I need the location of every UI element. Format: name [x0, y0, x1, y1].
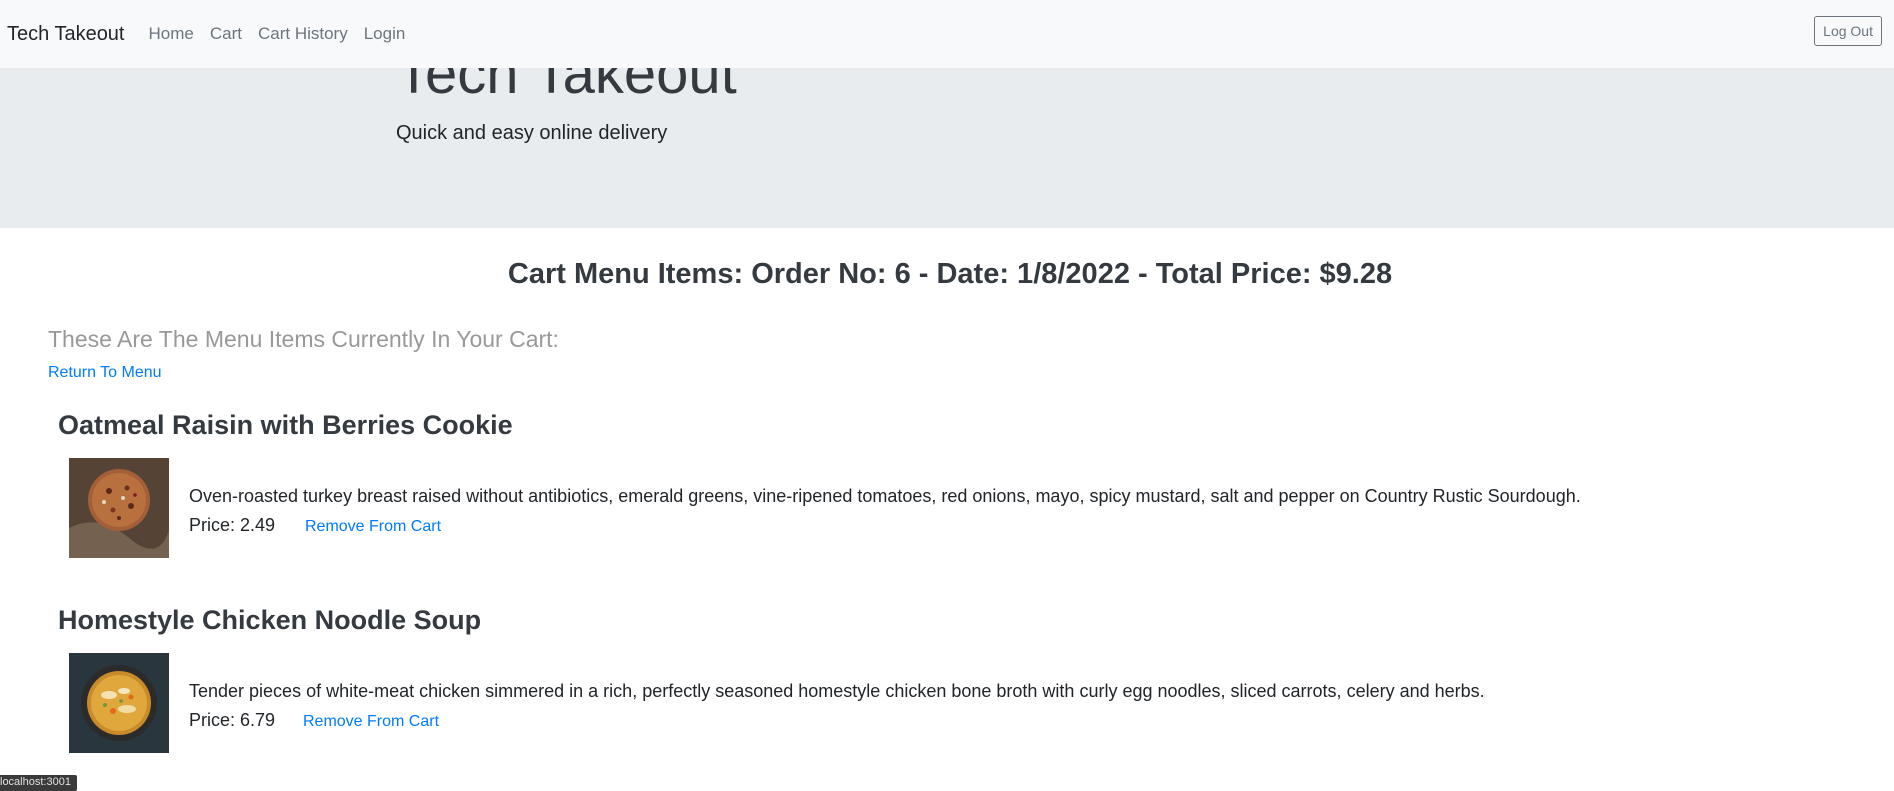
- item-price: Price: 2.49: [189, 515, 276, 535]
- nav-link-login[interactable]: Login: [364, 24, 406, 44]
- jumbotron-title: Tech Takeout: [396, 68, 737, 106]
- navbar-brand[interactable]: Tech Takeout: [7, 23, 125, 46]
- soup-image: [69, 653, 169, 753]
- status-bar-url: localhost:3001: [0, 775, 77, 791]
- jumbotron: Tech Takeout Quick and easy online deliv…: [0, 68, 1894, 228]
- item-body: Oven-roasted turkey breast raised withou…: [69, 458, 1849, 558]
- item-description: Tender pieces of white-meat chicken simm…: [189, 681, 1485, 701]
- nav-link-cart-history[interactable]: Cart History: [258, 24, 348, 44]
- nav-link-home[interactable]: Home: [149, 24, 194, 44]
- cookie-image: [69, 458, 169, 558]
- jumbotron-subtitle: Quick and easy online delivery: [396, 122, 668, 144]
- remove-from-cart-link[interactable]: Remove From Cart: [305, 518, 441, 536]
- item-price: Price: 6.79: [189, 710, 276, 730]
- cart-subheading: These Are The Menu Items Currently In Yo…: [48, 326, 559, 352]
- cart-item: Oatmeal Raisin with Berries Cookie Oven-…: [58, 410, 1858, 558]
- cart-heading: Cart Menu Items: Order No: 6 - Date: 1/8…: [507, 258, 1393, 290]
- logout-button[interactable]: Log Out: [1814, 16, 1882, 46]
- item-description: Oven-roasted turkey breast raised withou…: [189, 486, 1581, 506]
- nav-link-cart[interactable]: Cart: [210, 24, 242, 44]
- cart-item: Homestyle Chicken Noodle Soup Tender pie…: [58, 605, 1858, 753]
- item-name: Oatmeal Raisin with Berries Cookie: [58, 410, 513, 440]
- item-name: Homestyle Chicken Noodle Soup: [58, 605, 482, 635]
- navbar: Tech Takeout Home Cart Cart History Logi…: [0, 0, 1894, 68]
- return-to-menu-link[interactable]: Return To Menu: [48, 364, 162, 382]
- remove-from-cart-link[interactable]: Remove From Cart: [303, 713, 439, 731]
- item-body: Tender pieces of white-meat chicken simm…: [69, 653, 1849, 753]
